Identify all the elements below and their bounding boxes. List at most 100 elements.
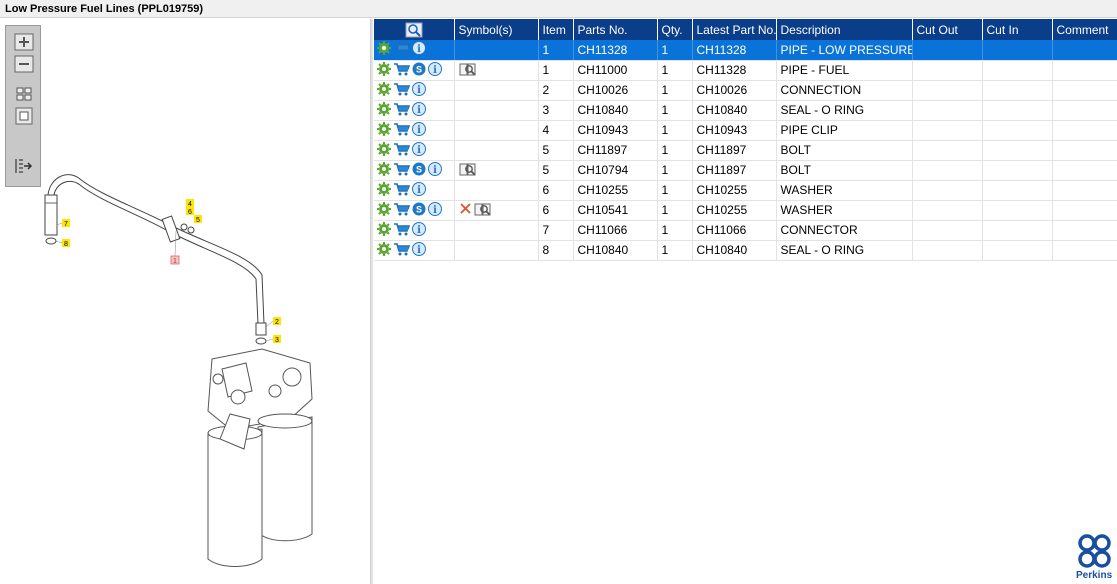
book-search-icon[interactable] [459, 162, 477, 179]
callout-1[interactable]: 1 [173, 258, 177, 265]
search-parts-icon[interactable] [405, 22, 423, 38]
gear-icon[interactable] [377, 161, 391, 179]
table-row[interactable]: Si 6 CH10541 1 CH10255 WASHER [374, 200, 1117, 221]
gear-icon[interactable] [377, 41, 391, 58]
callout-7[interactable]: 7 [64, 221, 68, 228]
cut-in-cell [982, 240, 1053, 261]
info-icon[interactable]: i [412, 101, 426, 119]
info-icon[interactable]: i [412, 41, 426, 58]
table-row[interactable]: i1CH113281CH11328PIPE - LOW PRESSURE FUE… [374, 40, 1117, 61]
column-header-comment[interactable]: Comment [1052, 19, 1117, 40]
gear-icon[interactable] [377, 101, 391, 119]
shopping-cart-icon[interactable] [393, 142, 411, 159]
column-header-parts-no[interactable]: Parts No. [573, 19, 658, 40]
shopping-cart-icon[interactable] [393, 102, 411, 119]
export-icon[interactable] [13, 156, 35, 176]
column-header-symbols[interactable]: Symbol(s) [454, 19, 539, 40]
table-row[interactable]: Si 5 CH10794 1 CH11897 BOLT [374, 160, 1117, 181]
gear-icon[interactable] [377, 241, 391, 259]
info-icon[interactable]: i [412, 121, 426, 139]
gear-icon[interactable] [377, 121, 391, 139]
svg-text:i: i [417, 125, 421, 136]
info-icon[interactable]: i [412, 221, 426, 239]
supersession-icon[interactable]: S [412, 202, 426, 219]
table-row[interactable]: i 4 CH10943 1 CH10943 PIPE CLIP [374, 120, 1117, 141]
shopping-cart-icon[interactable] [393, 222, 411, 239]
viewer-toolbox [5, 25, 41, 187]
info-icon[interactable]: i [412, 81, 426, 99]
info-icon[interactable]: i [428, 161, 442, 179]
fit-all-icon[interactable] [13, 84, 35, 104]
table-row[interactable]: Si 1 CH11000 1 CH11328 PIPE - FUEL [374, 60, 1117, 81]
description-cell: WASHER [776, 180, 913, 201]
gear-icon[interactable] [377, 81, 391, 99]
part-number-cell: CH10840 [573, 100, 658, 121]
info-icon[interactable]: i [412, 141, 426, 159]
callout-2[interactable]: 2 [275, 319, 279, 326]
info-icon[interactable]: i [428, 201, 442, 219]
table-row[interactable]: i 8 CH10840 1 CH10840 SEAL - O RING [374, 240, 1117, 261]
gear-icon[interactable] [377, 181, 391, 199]
zoom-out-icon[interactable] [13, 54, 35, 74]
callout-4[interactable]: 4 [188, 201, 192, 208]
table-row[interactable]: i 5 CH11897 1 CH11897 BOLT [374, 140, 1117, 161]
shopping-cart-icon[interactable] [393, 122, 411, 139]
shopping-cart-icon[interactable] [393, 41, 411, 58]
column-header-cut-in[interactable]: Cut In [982, 19, 1053, 40]
column-header-cut-out[interactable]: Cut Out [912, 19, 983, 40]
latest-part-number-cell: CH11066 [692, 220, 777, 241]
latest-part-number-cell: CH10840 [692, 100, 777, 121]
cut-out-cell [912, 160, 983, 181]
column-header-qty[interactable]: Qty. [657, 19, 693, 40]
cut-out-cell [912, 80, 983, 101]
column-header-item[interactable]: Item [538, 19, 574, 40]
svg-text:i: i [417, 225, 421, 236]
diagram-pane[interactable]: 7 8 4 6 5 1 2 3 [0, 19, 370, 584]
info-icon[interactable]: i [428, 61, 442, 79]
supersession-icon[interactable]: S [412, 162, 426, 179]
callout-3[interactable]: 3 [275, 337, 279, 344]
gear-icon[interactable] [377, 221, 391, 239]
book-search-icon[interactable] [459, 62, 477, 79]
shopping-cart-icon[interactable] [393, 162, 411, 179]
shopping-cart-icon[interactable] [393, 242, 411, 259]
comment-cell [1052, 200, 1117, 221]
symbols-cell [454, 220, 539, 241]
table-row[interactable]: i 6 CH10255 1 CH10255 WASHER [374, 180, 1117, 201]
table-row[interactable]: i 3 CH10840 1 CH10840 SEAL - O RING [374, 100, 1117, 121]
table-row[interactable]: i 2 CH10026 1 CH10026 CONNECTION [374, 80, 1117, 101]
callout-8[interactable]: 8 [64, 241, 68, 248]
description-cell: BOLT [776, 160, 913, 181]
callout-5[interactable]: 5 [196, 217, 200, 224]
gear-icon[interactable] [377, 201, 391, 219]
parts-table: Symbol(s) Item Parts No. Qty. Latest Par… [374, 19, 1117, 261]
quantity-cell: 1 [657, 140, 693, 161]
column-header-actions[interactable] [374, 19, 455, 40]
symbols-cell [454, 240, 539, 261]
parts-diagram[interactable]: 7 8 4 6 5 1 2 3 [0, 19, 370, 584]
shopping-cart-icon[interactable] [393, 202, 411, 219]
shopping-cart-icon[interactable] [393, 182, 411, 199]
column-header-latest-part-no[interactable]: Latest Part No. [692, 19, 777, 40]
info-icon[interactable]: i [412, 241, 426, 259]
column-header-description[interactable]: Description [776, 19, 913, 40]
callout-6[interactable]: 6 [188, 209, 192, 216]
gear-icon[interactable] [377, 61, 391, 79]
shopping-cart-icon[interactable] [393, 82, 411, 99]
book-search-icon[interactable] [474, 202, 492, 219]
zoom-in-icon[interactable] [13, 32, 35, 52]
gear-icon[interactable] [377, 141, 391, 159]
cut-in-cell [982, 60, 1053, 81]
shopping-cart-icon[interactable] [393, 62, 411, 79]
part-number-cell: CH10541 [573, 200, 658, 221]
row-actions-cell: Si [374, 60, 455, 81]
part-number-cell: CH11328 [573, 40, 658, 61]
table-row[interactable]: i 7 CH11066 1 CH11066 CONNECTOR [374, 220, 1117, 241]
supersession-icon[interactable]: S [412, 62, 426, 79]
fit-window-icon[interactable] [13, 106, 35, 126]
comment-cell [1052, 60, 1117, 81]
info-icon[interactable]: i [412, 181, 426, 199]
description-cell: BOLT [776, 140, 913, 161]
latest-part-number-cell: CH11328 [692, 40, 777, 61]
pane-splitter[interactable] [370, 19, 373, 584]
